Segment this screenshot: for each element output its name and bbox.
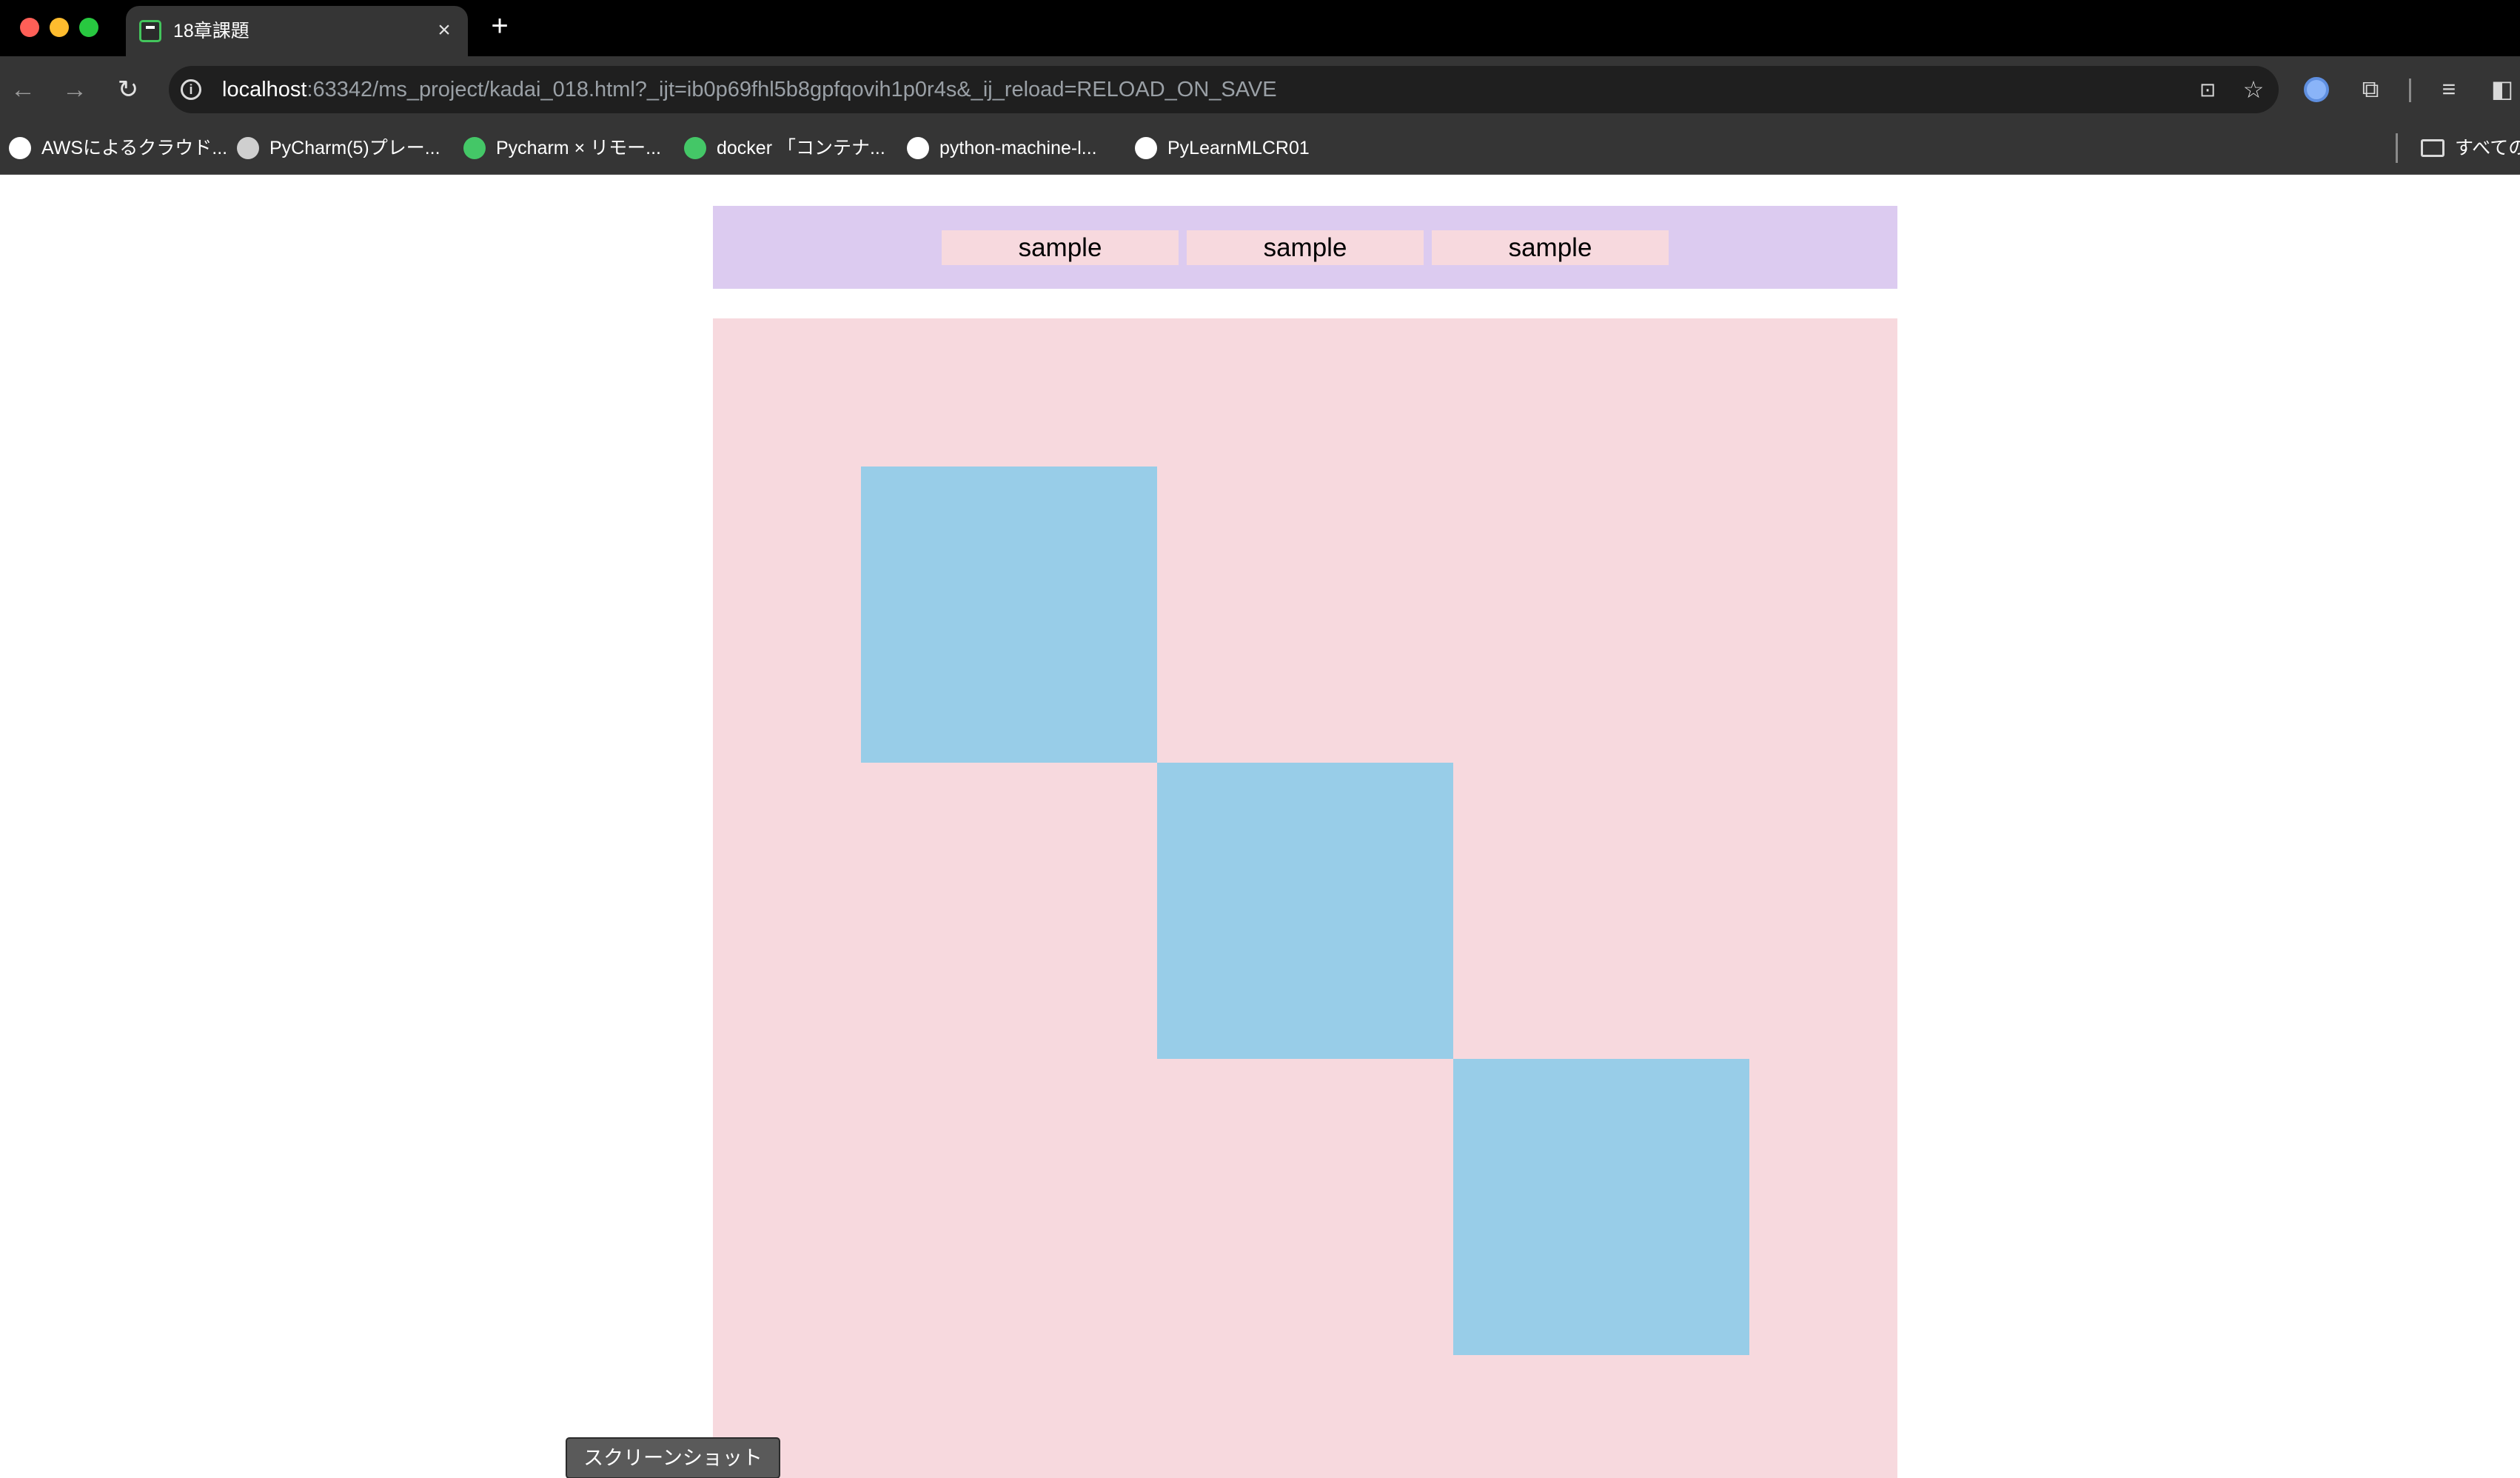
main-content-box (713, 318, 1897, 1478)
sample-button-3[interactable]: sample (1432, 230, 1669, 265)
sample-button-1[interactable]: sample (942, 230, 1179, 265)
blue-square-1 (861, 467, 1157, 763)
bookmark-item[interactable]: python-machine-l... (907, 135, 1097, 161)
tab-title: 18章課題 (173, 21, 249, 41)
github-icon (907, 137, 929, 159)
tab-close-icon[interactable]: × (432, 18, 456, 43)
new-tab-button[interactable]: + (486, 11, 514, 41)
profile-icon[interactable] (2304, 77, 2329, 102)
blue-square-2 (1157, 763, 1453, 1059)
back-arrow-icon[interactable]: ← (6, 73, 40, 107)
reload-icon[interactable]: ↻ (111, 73, 145, 107)
browser-toolbar: ← → ↻ i localhost:63342/ms_project/kadai… (0, 56, 2520, 123)
minimize-window-button[interactable] (50, 18, 69, 37)
toolbar-divider (2409, 78, 2411, 102)
site-info-icon[interactable]: i (181, 79, 201, 100)
address-bar[interactable]: i localhost:63342/ms_project/kadai_018.h… (169, 66, 2279, 113)
globe-icon (9, 137, 31, 159)
url-text[interactable]: localhost:63342/ms_project/kadai_018.htm… (222, 78, 1277, 101)
url-path: :63342/ms_project/kadai_018.html?_ijt=ib… (306, 78, 1277, 101)
folder-icon (2421, 139, 2444, 157)
bookmark-item[interactable]: Pycharm × リモー... (463, 135, 661, 161)
bookmark-label: PyLearnMLCR01 (1167, 138, 1310, 158)
header-bar: sample sample sample (713, 206, 1897, 289)
screenshot-button[interactable]: スクリーンショット (566, 1437, 780, 1478)
bookmark-item[interactable]: docker 「コンテナ... (684, 135, 885, 161)
reading-list-icon[interactable]: ≡ (2433, 73, 2465, 105)
translate-icon[interactable]: ⊡ (2194, 76, 2221, 103)
bookmark-item[interactable]: AWSによるクラウド... (9, 135, 227, 161)
qiita-icon (684, 137, 706, 159)
star-icon[interactable]: ☆ (2240, 76, 2267, 103)
maximize-window-button[interactable] (79, 18, 98, 37)
all-bookmarks-label: すべての (2455, 138, 2520, 158)
all-bookmarks-item[interactable]: すべての (2421, 135, 2520, 161)
url-host: localhost (222, 78, 307, 101)
pycharm-favicon-icon (139, 20, 161, 42)
bookmark-label: docker 「コンテナ... (717, 138, 885, 158)
pycharm-avatar-icon (237, 137, 259, 159)
close-window-button[interactable] (20, 18, 39, 37)
bookmark-item[interactable]: PyLearnMLCR01 (1135, 135, 1310, 161)
bookmark-item[interactable]: PyCharm(5)プレー... (237, 135, 440, 161)
forward-arrow-icon[interactable]: → (58, 73, 92, 107)
bookmark-label: PyCharm(5)プレー... (269, 138, 440, 158)
blue-square-3 (1453, 1059, 1749, 1355)
sample-button-2[interactable]: sample (1187, 230, 1424, 265)
browser-tab-active[interactable]: 18章課題 × (126, 6, 468, 56)
page-viewport: sample sample sample スクリーンショット (0, 175, 2520, 1478)
qiita-icon (463, 137, 486, 159)
side-panel-icon[interactable]: ◧ (2487, 73, 2517, 105)
bookmark-label: AWSによるクラウド... (41, 138, 228, 158)
browser-title-bar: 18章課題 × + (0, 0, 2520, 56)
extensions-icon[interactable]: ⧉ (2354, 73, 2387, 105)
bookmarks-bar: AWSによるクラウド... PyCharm(5)プレー... Pycharm ×… (0, 123, 2520, 175)
bookmarks-divider (2396, 133, 2398, 163)
bookmark-label: Pycharm × リモー... (496, 138, 661, 158)
bookmark-label: python-machine-l... (939, 138, 1097, 158)
globe-icon (1135, 137, 1157, 159)
